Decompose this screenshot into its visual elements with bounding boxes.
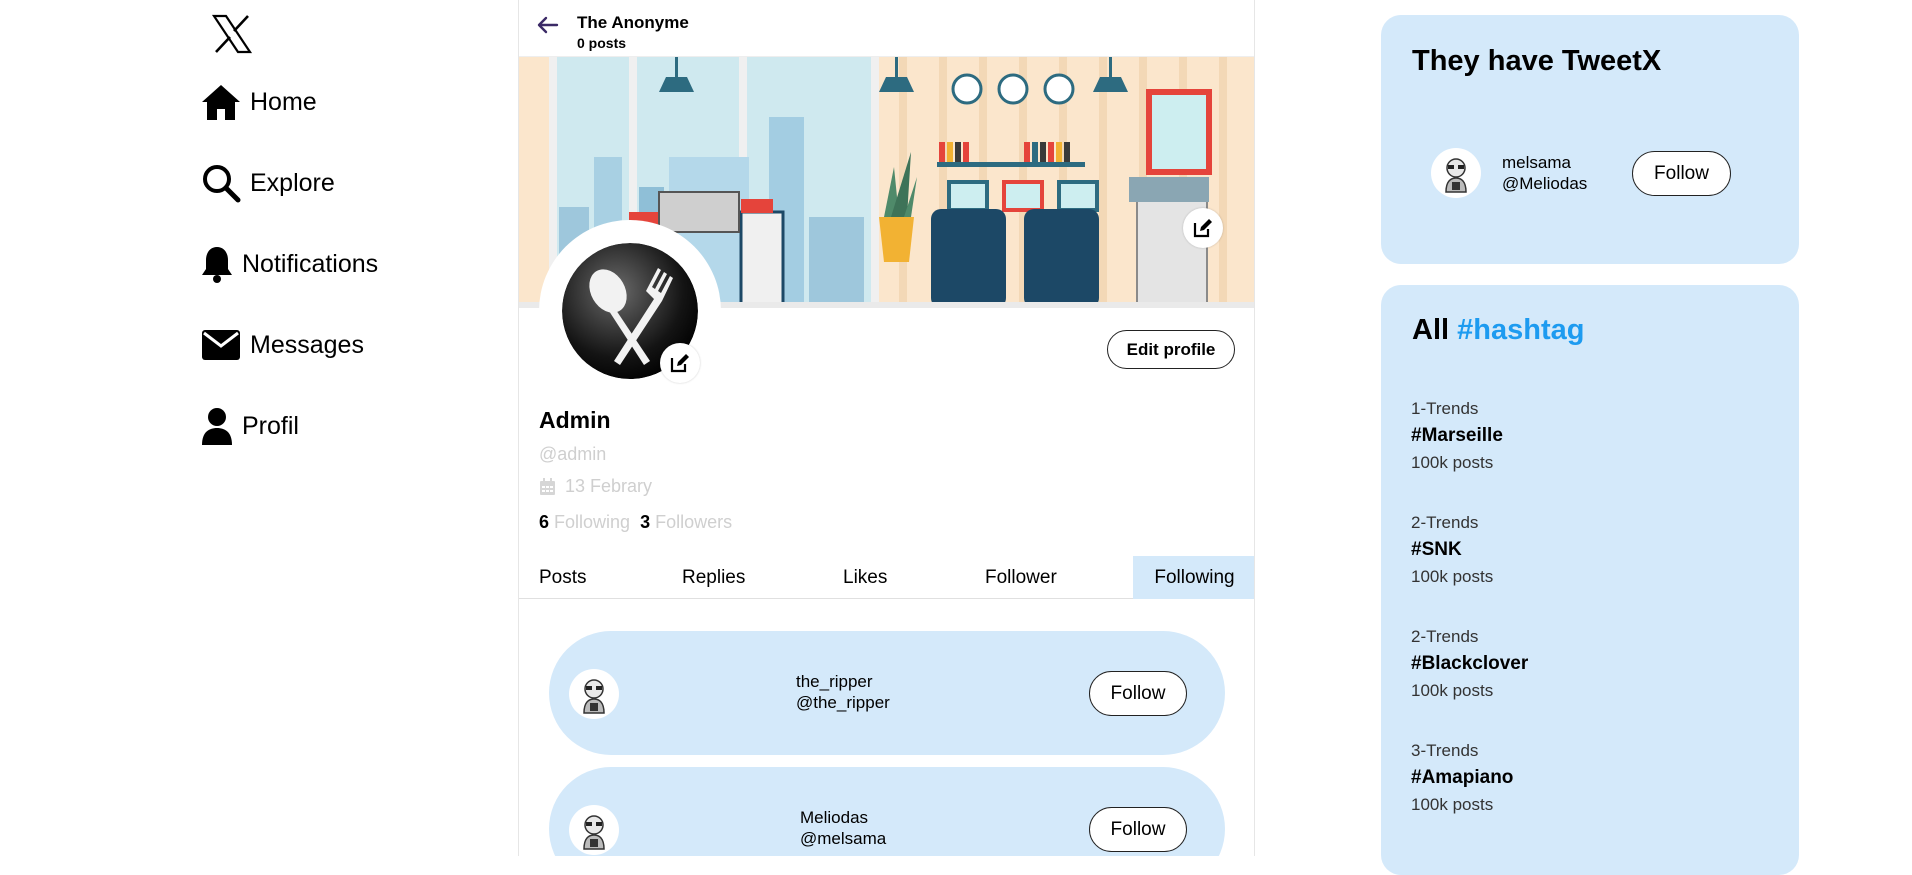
trends-panel-title: All #hashtag xyxy=(1412,314,1584,347)
left-sidebar: Home Explore Notifications Messages Prof… xyxy=(195,0,515,856)
follow-button[interactable]: Follow xyxy=(1089,671,1187,716)
profile-stats: 6 Following 3 Followers xyxy=(539,512,742,533)
trend-category: 3-Trends xyxy=(1411,741,1479,760)
profile-header: The Anonyme 0 posts xyxy=(519,0,1254,57)
tab-follower[interactable]: Follower xyxy=(985,556,1057,599)
edit-profile-button[interactable]: Edit profile xyxy=(1107,330,1235,369)
home-icon xyxy=(200,81,242,123)
nav-home-label: Home xyxy=(250,87,317,116)
user-handle: @melsama xyxy=(800,829,887,848)
tab-following[interactable]: Following xyxy=(1133,556,1254,599)
edit-banner-icon[interactable] xyxy=(1183,208,1223,248)
trend-item[interactable]: 3-Trends #Amapiano 100k posts xyxy=(1411,741,1513,815)
trend-post-count: 100k posts xyxy=(1411,567,1494,586)
trends-title-accent: #hashtag xyxy=(1457,314,1585,346)
back-arrow-icon[interactable] xyxy=(535,12,561,38)
avatar xyxy=(569,669,619,719)
trends-panel: All #hashtag 1-Trends #Marseille 100k po… xyxy=(1381,285,1799,875)
nav-profile[interactable]: Profil xyxy=(200,405,299,447)
trend-hashtag: #Blackclover xyxy=(1411,653,1529,674)
trend-hashtag: #SNK xyxy=(1411,539,1462,560)
who-panel-title: They have TweetX xyxy=(1412,45,1662,77)
followers-link[interactable]: Followers xyxy=(655,512,732,533)
list-item: the_ripper @the_ripper Follow xyxy=(549,631,1225,755)
trend-category: 2-Trends xyxy=(1411,627,1479,646)
x-logo-icon[interactable] xyxy=(210,12,254,56)
envelope-icon xyxy=(200,324,242,366)
nav-explore-label: Explore xyxy=(250,168,335,197)
trend-item[interactable]: 2-Trends #SNK 100k posts xyxy=(1411,513,1493,587)
profile-handle: @admin xyxy=(539,444,607,464)
trend-item[interactable]: 1-Trends #Marseille 100k posts xyxy=(1411,399,1503,473)
nav-messages-label: Messages xyxy=(250,330,364,359)
followers-count: 3 xyxy=(640,512,651,532)
header-title: The Anonyme xyxy=(577,13,689,32)
list-item: Meliodas @melsama Follow xyxy=(549,767,1225,856)
nav-profile-label: Profil xyxy=(242,411,299,440)
follow-button[interactable]: Follow xyxy=(1089,807,1187,852)
profile-tabs: Posts Replies Likes Follower Following xyxy=(519,556,1254,599)
nav-explore[interactable]: Explore xyxy=(200,162,335,204)
profile-name: Admin xyxy=(539,407,611,433)
following-count: 6 xyxy=(539,512,550,532)
trend-hashtag: #Marseille xyxy=(1411,425,1503,446)
user-handle: @Meliodas xyxy=(1502,174,1588,193)
trend-category: 1-Trends xyxy=(1411,399,1479,418)
tab-posts[interactable]: Posts xyxy=(539,556,587,599)
header-post-count: 0 posts xyxy=(577,35,627,51)
profile-avatar xyxy=(539,220,721,402)
bell-icon xyxy=(200,243,234,285)
tab-replies[interactable]: Replies xyxy=(682,556,745,599)
trend-post-count: 100k posts xyxy=(1411,795,1494,814)
trend-category: 2-Trends xyxy=(1411,513,1479,532)
nav-notifications[interactable]: Notifications xyxy=(200,243,378,285)
trends-title-prefix: All xyxy=(1412,314,1458,346)
list-item-user: the_ripper @the_ripper xyxy=(796,671,890,713)
following-link[interactable]: Following xyxy=(554,512,630,533)
who-to-follow-panel: They have TweetX melsama @Meliodas Follo… xyxy=(1381,15,1799,264)
nav-home[interactable]: Home xyxy=(200,81,317,123)
user-name: the_ripper xyxy=(796,672,873,691)
nav-notifications-label: Notifications xyxy=(242,249,379,278)
avatar xyxy=(569,805,619,855)
follow-button[interactable]: Follow xyxy=(1632,151,1731,196)
search-icon xyxy=(200,162,242,204)
edit-avatar-icon[interactable] xyxy=(660,343,700,383)
nav-messages[interactable]: Messages xyxy=(200,324,364,366)
user-name: melsama xyxy=(1502,153,1571,172)
trend-post-count: 100k posts xyxy=(1411,681,1494,700)
trend-hashtag: #Amapiano xyxy=(1411,767,1514,788)
user-handle: @the_ripper xyxy=(796,693,890,712)
calendar-icon xyxy=(539,477,556,496)
list-item-user: Meliodas @melsama xyxy=(800,807,886,849)
profile-join-date: 13 Febrary xyxy=(539,476,652,497)
trend-post-count: 100k posts xyxy=(1411,453,1494,472)
avatar xyxy=(1431,148,1481,198)
user-name: Meliodas xyxy=(800,808,869,827)
trend-item[interactable]: 2-Trends #Blackclover 100k posts xyxy=(1411,627,1528,701)
join-date-text: 13 Febrary xyxy=(565,476,653,496)
profile-column: The Anonyme 0 posts Edit profile Admin @… xyxy=(518,0,1255,856)
tab-likes[interactable]: Likes xyxy=(843,556,887,599)
suggested-user: melsama @Meliodas xyxy=(1502,152,1587,194)
user-icon xyxy=(200,405,234,447)
